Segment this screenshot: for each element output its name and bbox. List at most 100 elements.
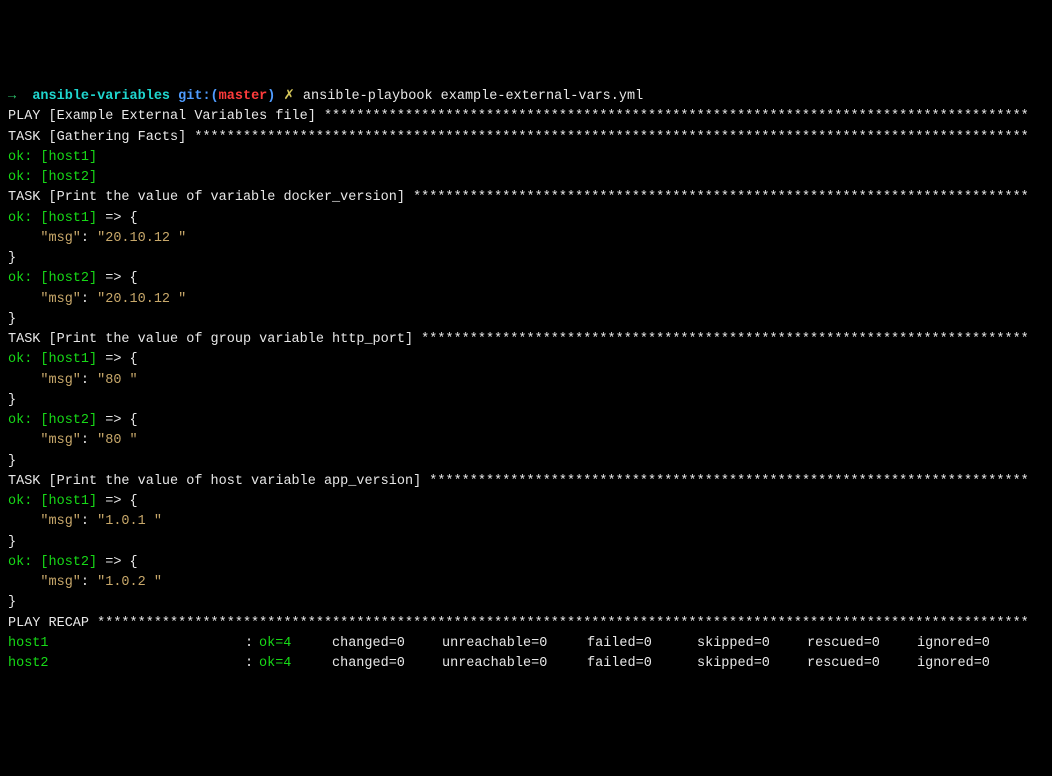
- msg-value: "80 ": [97, 433, 138, 448]
- result-host: [host2]: [40, 170, 97, 185]
- recap-ok: ok=4: [259, 654, 332, 674]
- task-result: ok: [host1] => {: [8, 209, 1044, 229]
- header-fill: ****************************************…: [413, 190, 1029, 205]
- task-result: ok: [host2]: [8, 168, 1044, 188]
- recap-ok: ok=4: [259, 634, 332, 654]
- header-fill: ****************************************…: [421, 332, 1029, 347]
- result-status: ok: [8, 211, 24, 226]
- recap-row: host1: ok=4changed=0unreachable=0failed=…: [8, 634, 1044, 654]
- result-host: [host1]: [40, 352, 97, 367]
- result-host: [host2]: [40, 271, 97, 286]
- recap-row: host2: ok=4changed=0unreachable=0failed=…: [8, 654, 1044, 674]
- recap-skipped: skipped=0: [697, 654, 807, 674]
- task-header: TASK [Gathering Facts] *****************…: [8, 128, 1044, 148]
- recap-header: PLAY RECAP *****************************…: [8, 614, 1044, 634]
- task-msg: "msg": "1.0.2 ": [8, 573, 1044, 593]
- result-host: [host1]: [40, 494, 97, 509]
- result-status: ok: [8, 271, 24, 286]
- msg-key: "msg": [40, 514, 81, 529]
- msg-key: "msg": [40, 373, 81, 388]
- task-header-text: TASK [Gathering Facts]: [8, 130, 194, 145]
- result-arrow: => {: [97, 494, 138, 509]
- recap-changed: changed=0: [332, 634, 442, 654]
- git-label: git:(: [178, 89, 219, 104]
- msg-value: "1.0.2 ": [97, 575, 162, 590]
- close-brace: }: [8, 595, 16, 610]
- header-fill: ****************************************…: [194, 130, 1028, 145]
- msg-key: "msg": [40, 292, 81, 307]
- recap-rescued: rescued=0: [807, 634, 917, 654]
- result-status: ok: [8, 352, 24, 367]
- close-brace: }: [8, 312, 16, 327]
- recap-host: host1: [8, 634, 245, 654]
- msg-value: "20.10.12 ": [97, 292, 186, 307]
- task-result: ok: [host1] => {: [8, 492, 1044, 512]
- close-brace: }: [8, 454, 16, 469]
- prompt-dir: ansible-variables: [32, 89, 170, 104]
- terminal-output: → ansible-variables git:(master) ✗ ansib…: [8, 87, 1044, 674]
- result-host: [host2]: [40, 555, 97, 570]
- task-msg: "msg": "20.10.12 ": [8, 229, 1044, 249]
- msg-key: "msg": [40, 433, 81, 448]
- task-result: ok: [host1]: [8, 148, 1044, 168]
- git-dirty-icon: ✗: [284, 89, 295, 104]
- result-arrow: => {: [97, 271, 138, 286]
- recap-unreachable: unreachable=0: [442, 634, 587, 654]
- recap-unreachable: unreachable=0: [442, 654, 587, 674]
- task-header-text: TASK [Print the value of variable docker…: [8, 190, 413, 205]
- recap-skipped: skipped=0: [697, 634, 807, 654]
- header-fill: ****************************************…: [429, 474, 1029, 489]
- recap-failed: failed=0: [587, 654, 697, 674]
- close-brace: }: [8, 393, 16, 408]
- recap-ignored: ignored=0: [917, 654, 1012, 674]
- prompt-line: → ansible-variables git:(master) ✗ ansib…: [8, 87, 1044, 107]
- result-status: ok: [8, 555, 24, 570]
- task-msg: "msg": "1.0.1 ": [8, 512, 1044, 532]
- task-result: ok: [host2] => {: [8, 269, 1044, 289]
- task-close: }: [8, 452, 1044, 472]
- task-header: TASK [Print the value of host variable a…: [8, 472, 1044, 492]
- recap-failed: failed=0: [587, 634, 697, 654]
- result-status: ok: [8, 413, 24, 428]
- msg-key: "msg": [40, 575, 81, 590]
- task-msg: "msg": "80 ": [8, 431, 1044, 451]
- recap-label: PLAY RECAP: [8, 616, 97, 631]
- result-arrow: => {: [97, 413, 138, 428]
- msg-value: "80 ": [97, 373, 138, 388]
- task-close: }: [8, 391, 1044, 411]
- result-host: [host1]: [40, 211, 97, 226]
- prompt-arrow-icon: →: [8, 89, 16, 104]
- task-header: TASK [Print the value of group variable …: [8, 330, 1044, 350]
- task-msg: "msg": "80 ": [8, 371, 1044, 391]
- play-header: PLAY [Example External Variables file] *…: [8, 107, 1044, 127]
- msg-key: "msg": [40, 231, 81, 246]
- task-close: }: [8, 593, 1044, 613]
- result-arrow: => {: [97, 555, 138, 570]
- task-msg: "msg": "20.10.12 ": [8, 290, 1044, 310]
- task-close: }: [8, 533, 1044, 553]
- result-status: ok: [8, 150, 24, 165]
- task-close: }: [8, 310, 1044, 330]
- msg-value: "20.10.12 ": [97, 231, 186, 246]
- result-status: ok: [8, 494, 24, 509]
- result-status: ok: [8, 170, 24, 185]
- recap-ignored: ignored=0: [917, 634, 1012, 654]
- recap-host: host2: [8, 654, 245, 674]
- task-header-text: TASK [Print the value of host variable a…: [8, 474, 429, 489]
- play-header-text: PLAY [Example External Variables file]: [8, 109, 324, 124]
- task-header-text: TASK [Print the value of group variable …: [8, 332, 421, 347]
- result-host: [host2]: [40, 413, 97, 428]
- recap-changed: changed=0: [332, 654, 442, 674]
- result-host: [host1]: [40, 150, 97, 165]
- git-branch: master: [219, 89, 268, 104]
- task-result: ok: [host1] => {: [8, 350, 1044, 370]
- task-header: TASK [Print the value of variable docker…: [8, 188, 1044, 208]
- result-arrow: => {: [97, 352, 138, 367]
- close-brace: }: [8, 535, 16, 550]
- header-fill: ****************************************…: [97, 616, 1029, 631]
- result-arrow: => {: [97, 211, 138, 226]
- close-brace: }: [8, 251, 16, 266]
- command-text[interactable]: ansible-playbook example-external-vars.y…: [303, 89, 643, 104]
- task-result: ok: [host2] => {: [8, 553, 1044, 573]
- msg-value: "1.0.1 ": [97, 514, 162, 529]
